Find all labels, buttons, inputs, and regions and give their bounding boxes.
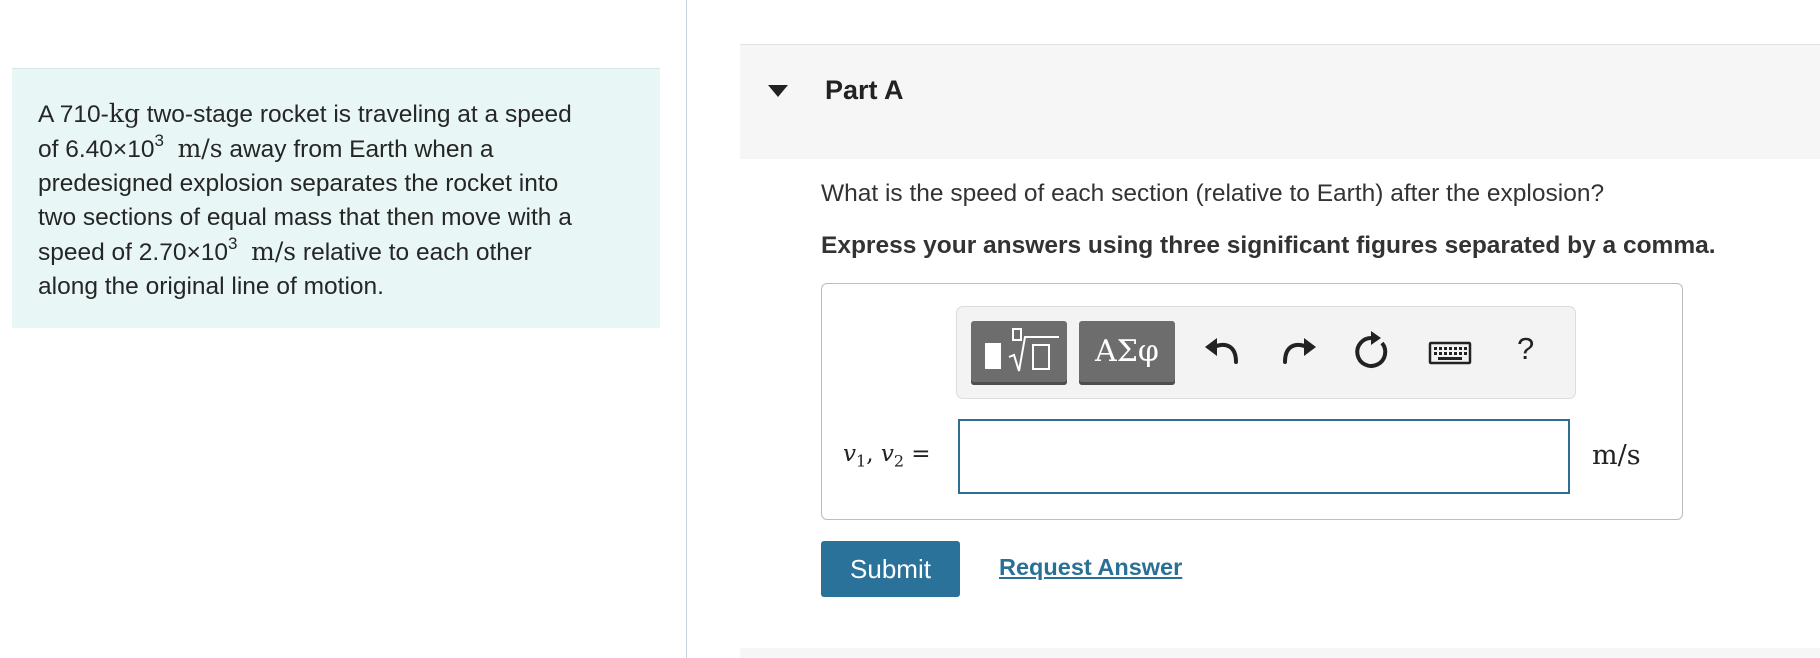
redo-icon[interactable] (1275, 329, 1321, 375)
problem-line-1: A 710-kg two-stage rocket is traveling a… (38, 99, 572, 128)
answer-instruction: Express your answers using three signifi… (821, 232, 1716, 259)
math-toolbar: ΑΣφ ? (956, 306, 1576, 399)
greek-symbols-button[interactable]: ΑΣφ (1079, 321, 1175, 385)
undo-icon[interactable] (1200, 329, 1246, 375)
part-title: Part A (825, 75, 904, 105)
submit-button[interactable]: Submit (821, 541, 960, 597)
unit-ms: m/s (177, 134, 223, 163)
problem-line-5: speed of 2.70×103 m/s relative to each o… (38, 233, 532, 266)
column-divider (686, 0, 687, 658)
unit-ms: m/s (251, 237, 297, 266)
answer-input[interactable] (958, 419, 1570, 494)
problem-line-3: predesigned explosion separates the rock… (38, 170, 559, 197)
unit-kg: kg (108, 99, 140, 128)
request-answer-link[interactable]: Request Answer (999, 554, 1182, 581)
part-header[interactable]: Part A (740, 44, 1820, 159)
templates-icon (985, 328, 1059, 372)
problem-line-4: two sections of equal mass that then mov… (38, 204, 572, 231)
answer-units: m/s (1592, 440, 1641, 471)
reset-icon[interactable] (1349, 329, 1395, 375)
collapse-caret-icon[interactable] (768, 85, 788, 97)
answer-variable-label: v1, v2 = (843, 441, 931, 471)
templates-button[interactable] (971, 321, 1067, 385)
next-part-strip (740, 648, 1820, 658)
keyboard-icon[interactable] (1427, 329, 1473, 375)
question-text: What is the speed of each section (relat… (821, 180, 1605, 207)
help-button[interactable]: ? (1517, 331, 1534, 367)
problem-line-6: along the original line of motion. (38, 273, 384, 300)
problem-statement: A 710-kg two-stage rocket is traveling a… (12, 68, 660, 328)
problem-line-2: of 6.40×103 m/s away from Earth when a (38, 130, 494, 163)
